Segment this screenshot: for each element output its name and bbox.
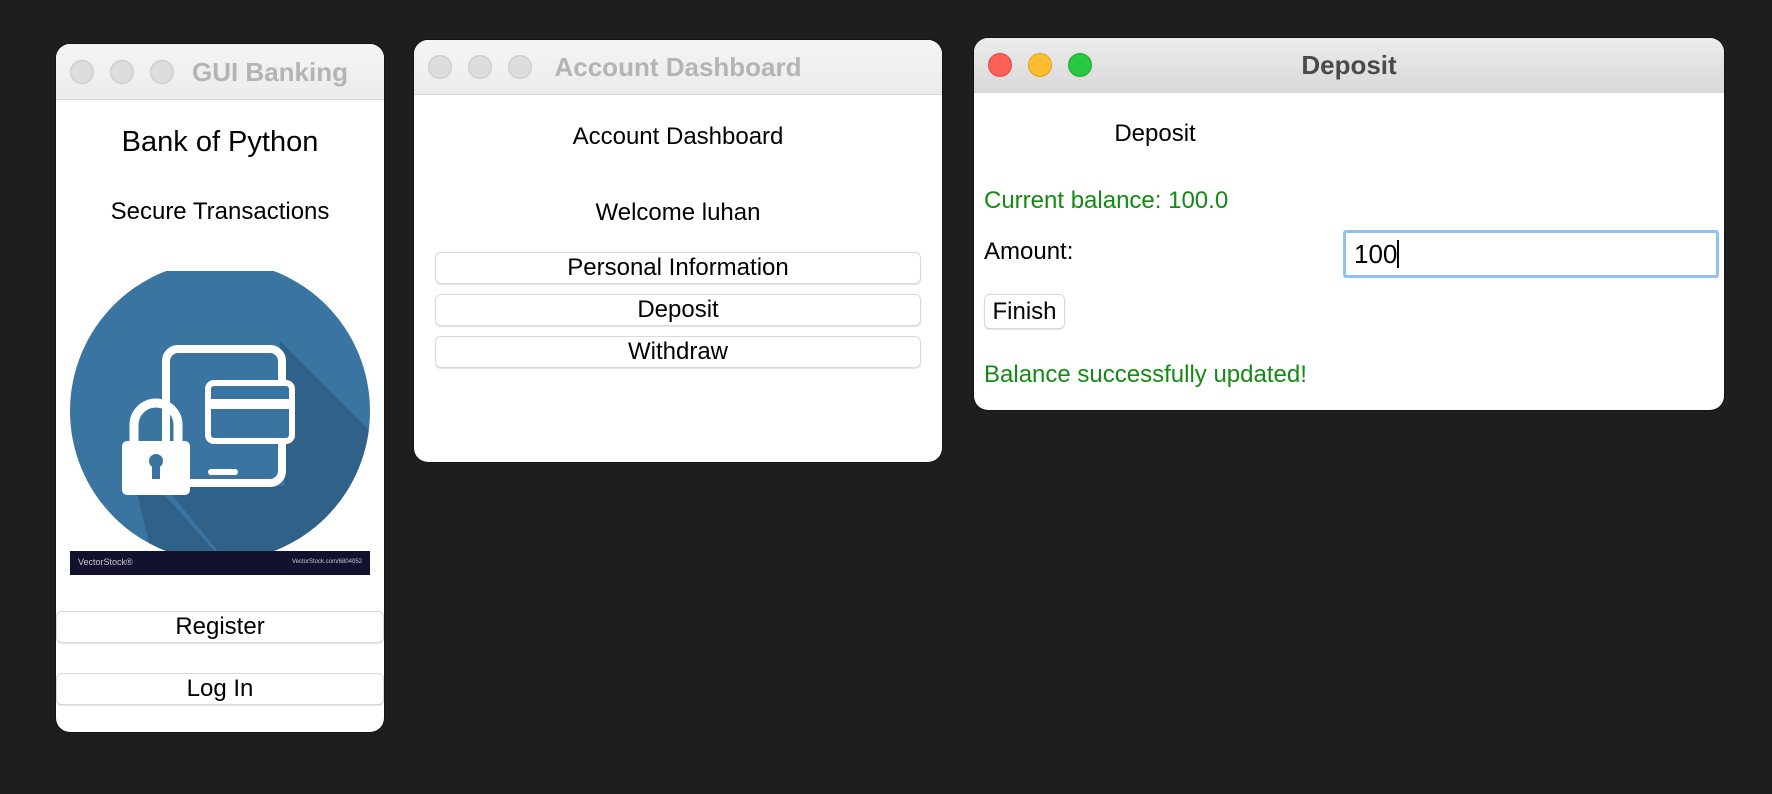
account-dashboard-window: Account Dashboard Account Dashboard Welc… xyxy=(414,40,942,462)
gui-banking-titlebar[interactable]: GUI Banking xyxy=(56,44,384,100)
watermark-right: VectorStock.com/6804052 xyxy=(291,559,362,565)
window-controls xyxy=(70,44,174,99)
dashboard-titlebar[interactable]: Account Dashboard xyxy=(414,40,942,95)
watermark-left: VectorStock® xyxy=(78,557,133,567)
zoom-button[interactable] xyxy=(1068,53,1092,77)
finish-button[interactable]: Finish xyxy=(984,294,1065,329)
deposit-titlebar[interactable]: Deposit xyxy=(974,38,1724,93)
window-title: Deposit xyxy=(1301,50,1397,80)
zoom-button[interactable] xyxy=(508,55,532,79)
status-message: Balance successfully updated! xyxy=(984,361,1307,388)
window-controls xyxy=(988,38,1092,92)
minimize-button[interactable] xyxy=(468,55,492,79)
current-balance-label: Current balance: 100.0 xyxy=(984,187,1229,214)
close-button[interactable] xyxy=(70,59,94,84)
close-button[interactable] xyxy=(428,55,452,79)
bank-logo-image: VectorStock® VectorStock.com/6804052 xyxy=(70,261,370,575)
tagline: Secure Transactions xyxy=(110,198,330,225)
close-button[interactable] xyxy=(988,53,1012,77)
minimize-button[interactable] xyxy=(110,59,134,84)
register-button[interactable]: Register xyxy=(56,611,384,643)
amount-input-value: 100 xyxy=(1354,239,1398,269)
window-title: Account Dashboard xyxy=(554,52,802,82)
personal-information-button[interactable]: Personal Information xyxy=(435,252,921,284)
withdraw-button[interactable]: Withdraw xyxy=(435,336,921,368)
gui-banking-window: GUI Banking Bank of Python Secure Transa… xyxy=(56,44,384,732)
deposit-button[interactable]: Deposit xyxy=(435,294,921,326)
text-cursor xyxy=(1397,240,1400,268)
bank-name: Bank of Python xyxy=(121,126,319,158)
amount-input[interactable]: 100 xyxy=(1343,230,1719,278)
login-button[interactable]: Log In xyxy=(56,673,384,705)
tablet-lock-card-icon xyxy=(70,261,370,575)
dashboard-heading: Account Dashboard xyxy=(572,123,784,150)
window-controls xyxy=(428,40,532,94)
zoom-button[interactable] xyxy=(150,59,174,84)
minimize-button[interactable] xyxy=(1028,53,1052,77)
welcome-message: Welcome luhan xyxy=(595,199,761,226)
deposit-window: Deposit Deposit Current balance: 100.0 A… xyxy=(974,38,1724,410)
deposit-heading: Deposit xyxy=(1114,120,1196,147)
amount-label: Amount: xyxy=(984,238,1074,265)
